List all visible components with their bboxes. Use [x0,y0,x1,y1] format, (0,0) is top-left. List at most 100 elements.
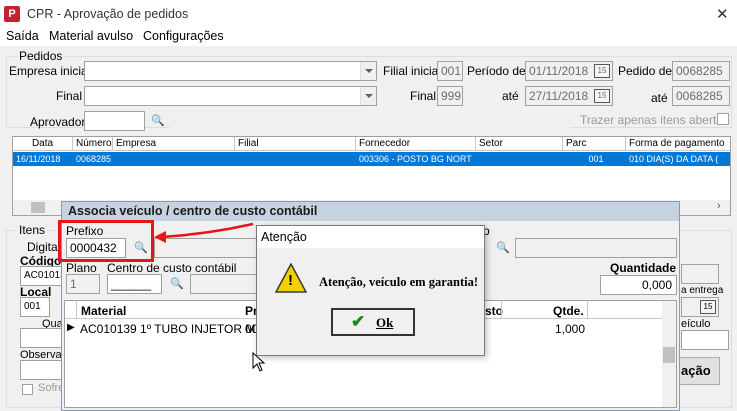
pedido-de-field[interactable]: 0068285 [672,61,730,81]
grid-cell-data: 16/11/2018 [16,154,61,164]
pedido-ate-field[interactable]: 0068285 [672,86,730,106]
grid-cell-setor [476,152,563,166]
grid-header-empresa[interactable]: Empresa [113,137,235,151]
red-arrow-annotation [154,222,254,243]
quantidade-item-field[interactable] [20,328,62,348]
empresa-inicial-label: Empresa inicial [9,64,91,78]
periodo-de-label: Período de [467,64,526,78]
veiculo-field[interactable] [681,330,729,350]
calendar-icon[interactable]: 15 [594,89,610,103]
material-cell: AC010139 1º TUBO INJETOR ME [80,322,264,336]
periodo-ate-field[interactable]: 27/11/2018 15 [525,86,613,106]
menu-item-material-avulso[interactable]: Material avulso [49,29,133,43]
pedido-ate-label: até [651,91,668,105]
periodo-de-field[interactable]: 01/11/2018 15 [525,61,613,81]
centro-custo-label: Centro de custo contábil [107,261,237,275]
filial-inicial-label: Filial inicial [383,64,442,78]
menu-item-saida[interactable]: Saída [6,29,39,43]
periodo-de-value: 01/11/2018 [529,64,589,78]
grid-header-data[interactable]: Data [13,137,73,151]
grid-cell-numero: 0068285 [76,154,112,164]
prefixo-highlight [58,220,154,262]
quantidade-field[interactable]: 0,000 [600,275,677,295]
plano-field[interactable]: 1 [66,274,100,294]
trazer-abertos-label: Trazer apenas itens abertos [580,113,729,127]
window-title: CPR - Aprovação de pedidos [27,7,189,21]
ok-button-label: Ok [376,315,394,330]
grid-header-filial[interactable]: Filial [235,137,356,151]
filial-inicial-field[interactable]: 001 [437,61,463,81]
veiculo-label: eículo [681,318,711,330]
local-field[interactable]: 001 [20,297,50,317]
grid-cell-filial [235,152,356,166]
material-header[interactable]: Material [81,304,126,318]
empresa-inicial-select[interactable] [84,61,377,81]
mouse-cursor-icon [252,352,266,372]
filial-final-label: Final [410,89,437,103]
check-icon: ✔ [351,312,366,331]
calendar-icon[interactable]: 15 [700,300,716,314]
grid-header-setor[interactable]: Setor [476,137,563,151]
aprovador-input[interactable] [84,111,145,131]
associa-dialog-title: Associa veículo / centro de custo contáb… [68,204,318,218]
periodo-ate-value: 27/11/2018 [529,89,589,103]
grid-cell-fornecedor: 003306 - POSTO BG NORT [359,154,472,164]
scroll-thumb[interactable] [663,347,675,363]
right-description-field [515,238,677,258]
qtde-header[interactable]: Qtde. [553,304,584,318]
grid-header-forma-pagamento[interactable]: Forma de pagamento [626,137,730,151]
binoculars-icon[interactable]: 🔍 [492,238,514,258]
filial-final-field[interactable]: 999 [437,86,463,106]
acao-button[interactable]: ação [678,357,720,385]
chevron-down-icon[interactable] [360,62,376,80]
quantidade-label: Quantidade [610,261,677,275]
calendar-icon[interactable]: 15 [594,64,610,78]
row-indicator-icon: ▶ [67,322,75,333]
warning-icon-glyph: ! [288,272,293,289]
observacao-field[interactable] [20,360,62,380]
grid-cell-forma-pagamento: 010 DIA(S) DA DATA ( [629,154,719,164]
sofre-checkbox[interactable] [22,384,33,395]
codigo-field[interactable]: AC01013 [20,266,62,286]
app-icon: P [4,6,20,22]
centro-custo-field[interactable]: ______ [107,274,162,294]
grid-cell-empresa [113,152,235,166]
prazo-entrega-label: a entrega [681,285,724,296]
pedido-de-label: Pedido de [618,64,673,78]
ate-label: até [502,89,519,103]
table-row[interactable]: 16/11/2018 0068285 003306 - POSTO BG NOR… [13,152,730,166]
qtde-header-divider [501,301,502,319]
associa-dialog-titlebar: Associa veículo / centro de custo contáb… [62,202,679,221]
itens-right-field[interactable] [681,264,719,284]
binoculars-icon[interactable]: 🔍 [147,111,169,131]
grid-header-numero[interactable]: Número [73,137,113,151]
acao-button-label: ação [681,363,711,378]
atencao-dialog: Atenção ! Atenção, veículo em garantia! … [256,225,485,356]
qtde-header-divider-right [587,301,588,319]
menu-item-configuracoes[interactable]: Configurações [143,29,224,43]
grid-header: Data Número Empresa Filial Fornecedor Se… [13,137,730,151]
trazer-abertos-checkbox[interactable] [717,113,729,125]
atencao-message: Atenção, veículo em garantia! [319,275,478,289]
final-label: Final [56,89,83,103]
qtde-cell: 1,000 [555,322,586,336]
grid-header-fornecedor[interactable]: Fornecedor [356,137,476,151]
aprovador-label: Aprovador [30,115,86,129]
grid-cell-parc: 001 [588,154,604,164]
chevron-down-icon[interactable] [360,87,376,105]
material-vertical-scrollbar[interactable] [662,301,676,407]
close-icon[interactable]: ✕ [716,5,729,23]
plano-label: Plano [66,261,97,275]
ok-button[interactable]: ✔ Ok [331,308,415,336]
chevron-right-icon[interactable]: › [717,200,721,212]
prazo-entrega-field[interactable]: 15 [681,297,719,317]
centro-custo-description [190,274,260,294]
atencao-title: Atenção [261,230,307,244]
grid-header-parc[interactable]: Parc [563,137,626,151]
pedidos-group-title: Pedidos [17,49,65,63]
binoculars-icon[interactable]: 🔍 [166,274,188,294]
empresa-final-select[interactable] [84,86,377,106]
atencao-titlebar: Atenção [257,226,484,248]
scroll-thumb[interactable] [31,202,45,213]
row-indicator-header [65,301,77,319]
